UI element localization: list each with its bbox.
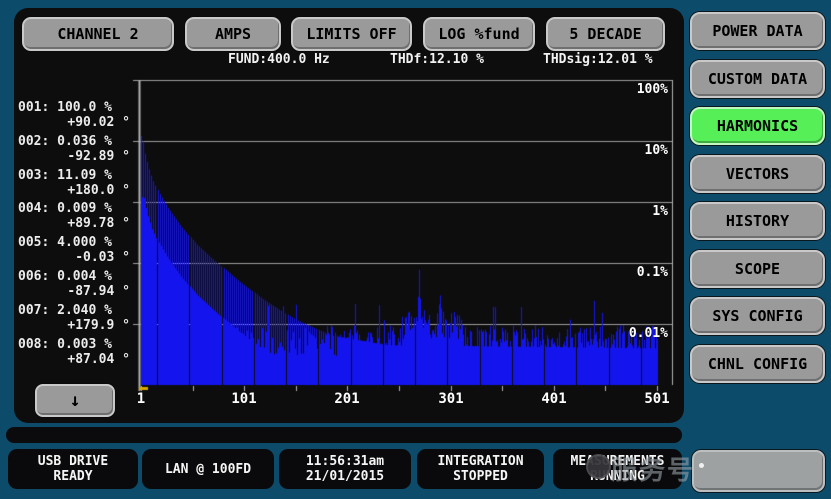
x-axis-label: 201 [317, 391, 377, 407]
harmonic-magnitude: 008: 0.003 % [18, 338, 130, 351]
harmonic-magnitude: 002: 0.036 % [18, 135, 130, 148]
sidebar-item-vectors[interactable]: VECTORS [690, 155, 825, 193]
thdf-readout: THDf:12.10 % [390, 52, 484, 67]
sidebar-item-sys-config[interactable]: SYS CONFIG [690, 297, 825, 335]
x-axis-label: 101 [214, 391, 274, 407]
y-axis-label: 0.01% [598, 326, 668, 341]
harmonic-readout-row: 001: 100.0 % +90.02 ° [18, 101, 130, 129]
decades-button[interactable]: 5 DECADE [546, 17, 665, 51]
sidebar-item-chnl-config[interactable]: CHNL CONFIG [690, 345, 825, 383]
harmonic-magnitude: 003: 11.09 % [18, 169, 130, 182]
y-axis-label: 10% [598, 143, 668, 158]
harmonic-magnitude: 005: 4.000 % [18, 236, 130, 249]
blank-softkey-button [692, 450, 825, 492]
y-axis-label: 100% [598, 82, 668, 97]
harmonic-phase: -87.94 ° [18, 285, 130, 298]
harmonic-phase: +180.0 ° [18, 184, 130, 197]
status-clock: 11:56:31am 21/01/2015 [279, 449, 411, 489]
watermark-dot [699, 463, 704, 468]
sidebar-item-history[interactable]: HISTORY [690, 202, 825, 240]
status-usb: USB DRIVE READY [8, 449, 138, 489]
status-integration-line2: STOPPED [453, 469, 508, 484]
status-lan: LAN @ 100FD [142, 449, 274, 489]
harmonic-readout-list: 001: 100.0 % +90.02 ° 002: 0.036 % -92.89 °… [18, 99, 134, 379]
harmonic-phase: +90.02 ° [18, 116, 130, 129]
scale-mode-button[interactable]: LOG %fund [423, 17, 535, 51]
harmonic-magnitude: 001: 100.0 % [18, 101, 130, 114]
thdsig-readout: THDsig:12.01 % [543, 52, 653, 67]
harmonic-readout-row: 003: 11.09 % +180.0 ° [18, 169, 130, 197]
channel-button[interactable]: CHANNEL 2 [22, 17, 174, 51]
fundamental-frequency-readout: FUND:400.0 Hz [228, 52, 330, 67]
harmonic-readout-row: 004: 0.009 % +89.78 ° [18, 202, 130, 230]
instrument-screen: CHANNEL 2 AMPS LIMITS OFF LOG %fund 5 DE… [0, 0, 831, 499]
x-axis-label: 301 [421, 391, 481, 407]
sidebar-item-harmonics[interactable]: HARMONICS [690, 107, 825, 145]
harmonic-magnitude: 006: 0.004 % [18, 270, 130, 283]
sidebar-item-custom-data[interactable]: CUSTOM DATA [690, 60, 825, 98]
harmonic-phase: -92.89 ° [18, 150, 130, 163]
units-button[interactable]: AMPS [185, 17, 281, 51]
limits-button[interactable]: LIMITS OFF [291, 17, 412, 51]
harmonic-readout-row: 005: 4.000 % -0.03 ° [18, 236, 130, 264]
harmonic-readout-row: 007: 2.040 % +179.9 ° [18, 304, 130, 332]
status-date: 21/01/2015 [306, 469, 384, 484]
softkey-strip [6, 427, 682, 443]
harmonic-readout-row: 008: 0.003 % +87.04 ° [18, 338, 130, 366]
x-axis-label: 1 [111, 391, 171, 407]
status-usb-line2: READY [53, 469, 92, 484]
x-axis-label: 501 [627, 391, 687, 407]
harmonic-phase: +89.78 ° [18, 217, 130, 230]
harmonic-readout-row: 002: 0.036 % -92.89 ° [18, 135, 130, 163]
y-axis-label: 1% [598, 204, 668, 219]
harmonic-phase: +87.04 ° [18, 353, 130, 366]
x-axis-label: 401 [524, 391, 584, 407]
status-lan-line1: LAN @ 100FD [165, 462, 251, 477]
scroll-down-button[interactable]: ↓ [35, 384, 115, 417]
watermark-logo-icon [586, 454, 611, 479]
harmonic-readout-row: 006: 0.004 % -87.94 ° [18, 270, 130, 298]
sidebar-item-scope[interactable]: SCOPE [690, 250, 825, 288]
status-integration: INTEGRATION STOPPED [417, 449, 544, 489]
harmonic-magnitude: 007: 2.040 % [18, 304, 130, 317]
status-integration-line1: INTEGRATION [437, 454, 523, 469]
status-usb-line1: USB DRIVE [38, 454, 108, 469]
harmonic-phase: -0.03 ° [18, 251, 130, 264]
watermark-text: 服务号 [611, 450, 695, 487]
status-time: 11:56:31am [306, 454, 384, 469]
sidebar-item-power-data[interactable]: POWER DATA [690, 12, 825, 50]
y-axis-label: 0.1% [598, 265, 668, 280]
harmonic-magnitude: 004: 0.009 % [18, 202, 130, 215]
harmonics-chart [118, 72, 678, 412]
harmonic-phase: +179.9 ° [18, 319, 130, 332]
